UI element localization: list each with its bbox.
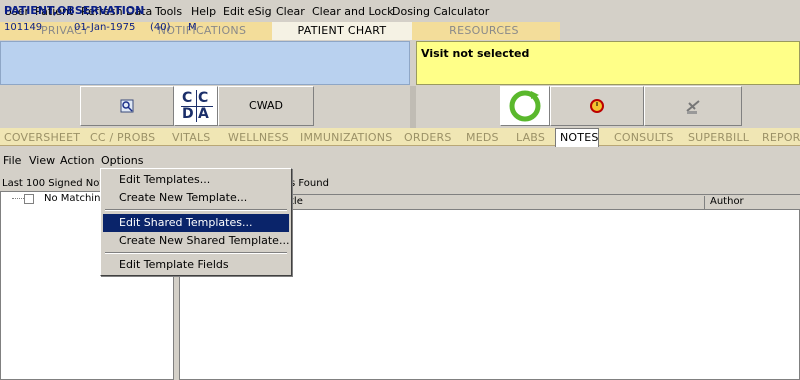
tab-resources[interactable]: RESOURCES <box>414 22 554 40</box>
refresh-button[interactable] <box>500 86 550 126</box>
tab-patient-chart[interactable]: PATIENT CHART <box>272 22 412 40</box>
menu-separator <box>105 252 287 254</box>
alarm-clock-icon <box>590 99 604 113</box>
patient-age: (40) <box>150 22 171 33</box>
menu-separator <box>105 209 287 211</box>
column-divider[interactable] <box>704 196 705 209</box>
menu-clear[interactable]: Clear <box>276 5 305 18</box>
ccda-letter-a: A <box>198 106 209 122</box>
tab-cc-probs[interactable]: CC / PROBS <box>90 131 155 144</box>
ccda-letter-c1: C <box>182 90 193 106</box>
tab-meds[interactable]: MEDS <box>466 131 499 144</box>
menu-options[interactable]: Options <box>101 154 143 167</box>
satellite-icon <box>686 100 700 114</box>
column-author[interactable]: Author <box>710 196 744 207</box>
ccda-button[interactable]: C C D A <box>174 86 218 126</box>
patient-name: PATIENT,OBSERVATION <box>4 4 145 17</box>
menuitem-edit-templates[interactable]: Edit Templates... <box>103 171 289 189</box>
ccda-letter-c2: C <box>198 90 209 106</box>
tab-orders[interactable]: ORDERS <box>404 131 452 144</box>
ccda-logo: C C D A <box>181 90 213 122</box>
menuitem-edit-shared-templates[interactable]: Edit Shared Templates... <box>103 214 289 232</box>
lookup-button[interactable] <box>80 86 174 126</box>
menu-dosing-calculator[interactable]: Dosing Calculator <box>392 5 489 18</box>
menu-tools[interactable]: Tools <box>155 5 182 18</box>
refresh-icon <box>509 90 541 122</box>
right-panel-header: s Found <box>290 178 329 189</box>
patient-sex: M <box>188 22 197 33</box>
tab-immunizations[interactable]: IMMUNIZATIONS <box>300 131 392 144</box>
tab-coversheet[interactable]: COVERSHEET <box>4 131 80 144</box>
alarm-button[interactable] <box>550 86 644 126</box>
remote-button[interactable] <box>644 86 742 126</box>
tab-consults[interactable]: CONSULTS <box>614 131 674 144</box>
menu-action[interactable]: Action <box>60 154 94 167</box>
menu-clear-and-lock[interactable]: Clear and Lock <box>312 5 394 18</box>
patient-dob: 01-Jan-1975 <box>74 22 136 33</box>
options-dropdown: Edit Templates... Create New Template...… <box>100 168 292 276</box>
tab-vitals[interactable]: VITALS <box>172 131 210 144</box>
tree-node-icon[interactable] <box>24 194 34 204</box>
tab-report[interactable]: REPOR <box>762 131 800 144</box>
menu-help[interactable]: Help <box>191 5 216 18</box>
menu-edit-esig[interactable]: Edit eSig <box>223 5 272 18</box>
tree-connector <box>12 198 24 199</box>
panel-splitter[interactable] <box>410 86 416 128</box>
patient-id: 101149 <box>4 22 43 33</box>
tree-item-no-matching[interactable]: No Matching <box>44 193 107 204</box>
left-panel-header: Last 100 Signed Note <box>2 178 110 189</box>
magnifier-icon <box>120 99 134 113</box>
tab-labs[interactable]: LABS <box>516 131 545 144</box>
menuitem-create-new-shared-template[interactable]: Create New Shared Template... <box>103 232 289 250</box>
tab-wellness[interactable]: WELLNESS <box>228 131 289 144</box>
menu-file[interactable]: File <box>3 154 21 167</box>
cwad-button[interactable]: CWAD <box>218 86 314 126</box>
ccda-letter-d: D <box>182 106 194 122</box>
menuitem-edit-template-fields[interactable]: Edit Template Fields <box>103 256 289 274</box>
menu-view[interactable]: View <box>29 154 55 167</box>
tab-superbill[interactable]: SUPERBILL <box>688 131 749 144</box>
tab-notes[interactable]: NOTES <box>560 131 599 144</box>
ccda-divider-h <box>181 106 213 107</box>
visit-status: Visit not selected <box>421 47 530 60</box>
patient-banner[interactable] <box>0 41 410 85</box>
menuitem-create-new-template[interactable]: Create New Template... <box>103 189 289 207</box>
